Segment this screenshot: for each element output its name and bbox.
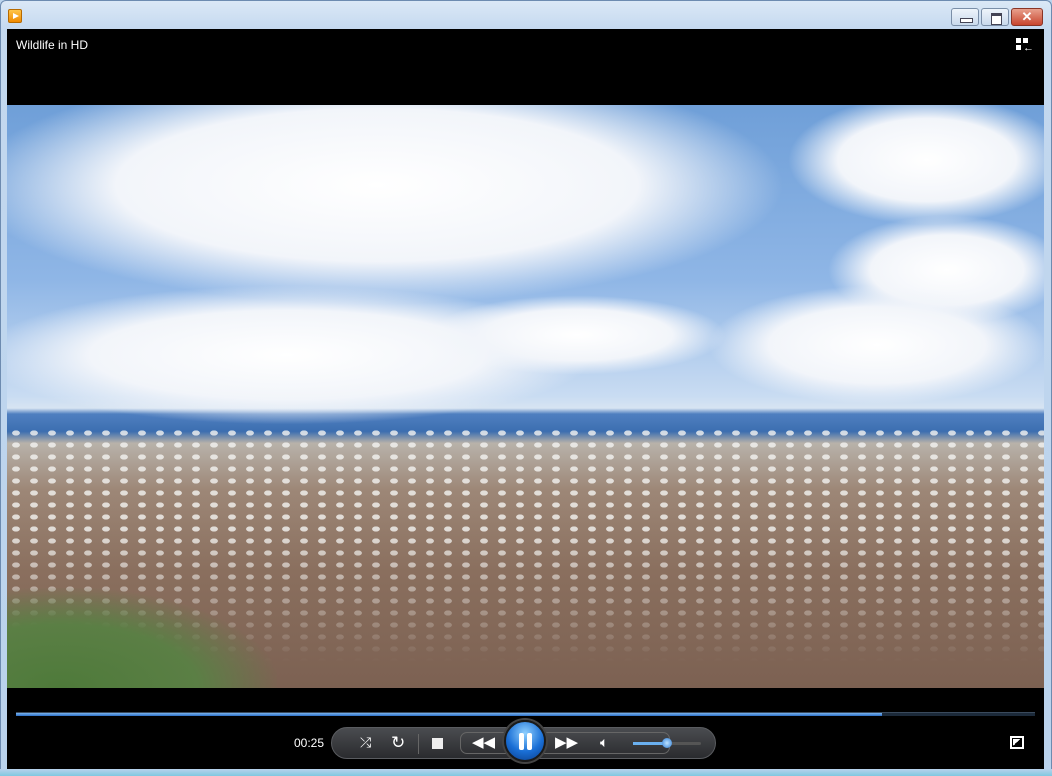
current-time: 00:25: [294, 736, 325, 750]
fullscreen-button[interactable]: [1010, 736, 1024, 749]
previous-button[interactable]: ◀◀: [472, 735, 495, 750]
next-button[interactable]: ▶▶: [555, 735, 578, 750]
volume-slider[interactable]: [633, 738, 701, 748]
video-frame[interactable]: [7, 105, 1044, 688]
shuffle-icon[interactable]: ⤮: [360, 735, 371, 749]
divider: [418, 734, 419, 754]
pause-button[interactable]: [504, 720, 546, 762]
video-title: Wildlife in HD: [16, 38, 89, 52]
stop-button[interactable]: [432, 738, 443, 749]
close-button[interactable]: ✕: [1011, 8, 1043, 26]
switch-to-library-icon[interactable]: ←: [1016, 38, 1034, 54]
window-bottom-border: [0, 769, 1052, 776]
media-player-app-icon[interactable]: [8, 9, 22, 23]
player-screen: Wildlife in HD ← 00:25 ⤮ ↻ ◀◀ ▶▶ 🔈︎: [7, 29, 1044, 769]
mute-button[interactable]: 🔈︎: [600, 735, 608, 749]
maximize-button[interactable]: [981, 8, 1009, 26]
seek-bar[interactable]: [16, 712, 1035, 716]
minimize-button[interactable]: [951, 8, 979, 26]
window-controls: ✕: [951, 8, 1043, 26]
repeat-icon[interactable]: ↻: [391, 734, 405, 751]
